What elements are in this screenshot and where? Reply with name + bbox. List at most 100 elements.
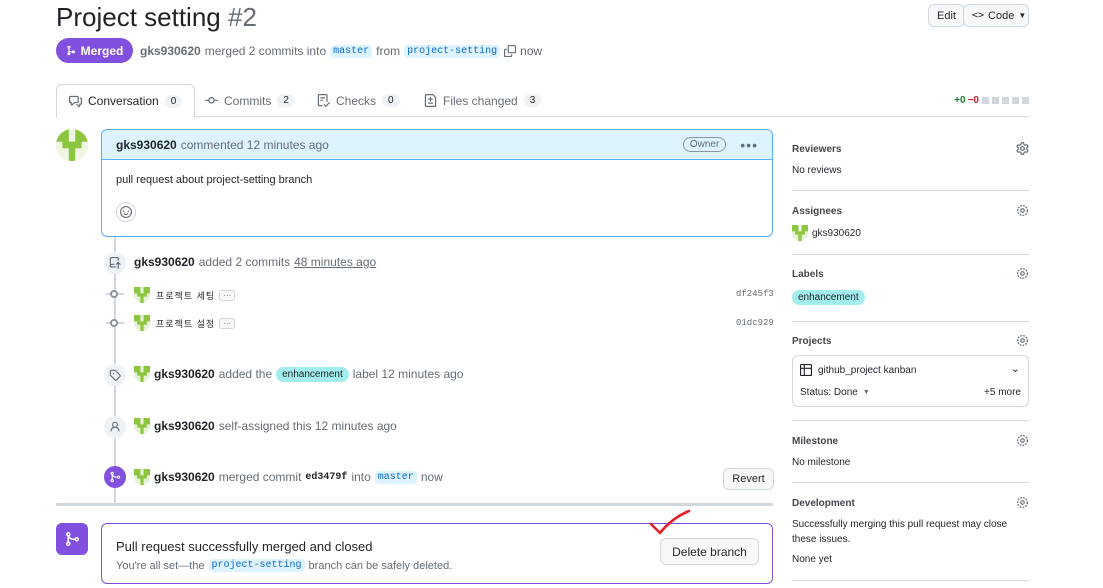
edit-label: Edit [937, 9, 956, 22]
revert-label: Revert [732, 473, 765, 485]
milestone-heading[interactable]: Milestone [792, 436, 1029, 447]
commit-sha-link[interactable]: df245f3 [736, 289, 774, 299]
event-time: now [420, 470, 443, 484]
enhancement-label[interactable]: enhancement [276, 366, 349, 382]
diffstat-block [1022, 97, 1029, 104]
comment-author-link[interactable]: gks930620 [116, 138, 177, 152]
delete-branch-label: Delete branch [672, 544, 747, 559]
pr-title: Project setting [56, 2, 221, 32]
pr-description-comment: gks930620 commented 12 minutes ago Owner… [101, 129, 773, 237]
expand-commit-button[interactable]: ··· [219, 289, 236, 301]
sidebar-divider [792, 580, 1029, 581]
code-button[interactable]: <> Code ▼ [963, 4, 1029, 27]
merge-from-text: from [376, 44, 401, 58]
diffstat-block [1012, 97, 1019, 104]
page-title: Project setting #2 [56, 2, 257, 33]
event-user-link[interactable]: gks930620 [134, 255, 195, 269]
assignee-item[interactable]: gks930620 [792, 225, 1029, 241]
revert-button[interactable]: Revert [723, 468, 774, 490]
add-reaction-button[interactable] [116, 202, 136, 222]
commit-message-link[interactable]: 프로젝트 세팅 [156, 289, 215, 302]
kebab-menu-icon[interactable]: ••• [740, 137, 758, 153]
sidebar-divider [792, 321, 1029, 322]
edit-button[interactable]: Edit [928, 4, 965, 27]
tab-checks[interactable]: Checks 0 [305, 84, 412, 117]
commit-node [106, 289, 124, 299]
avatar[interactable] [134, 287, 150, 303]
project-card: github_project kanban ⌄ Status: Done ▼ +… [792, 355, 1029, 407]
event-text: merged commit [218, 470, 302, 484]
sidebar-divider [792, 482, 1029, 483]
merge-time: now [520, 44, 543, 58]
sidebar-labels: Labels enhancement [792, 267, 1029, 305]
merged-badge-label: Merged [80, 43, 124, 58]
gear-icon[interactable] [1016, 267, 1029, 280]
event-user-link[interactable]: gks930620 [154, 470, 215, 484]
avatar[interactable] [134, 469, 150, 485]
base-branch-link[interactable]: master [330, 44, 373, 58]
commit-sha-link[interactable]: 01dc929 [736, 318, 774, 328]
chevron-down-icon[interactable]: ⌄ [1011, 362, 1020, 375]
event-time-link[interactable]: 48 minutes ago [294, 255, 376, 269]
sidebar-reviewers: Reviewers No reviews [792, 142, 1029, 176]
comment-timestamp[interactable]: commented 12 minutes ago [181, 138, 329, 152]
gear-icon[interactable] [1016, 142, 1029, 155]
comment-discussion-icon [69, 95, 82, 107]
reviewers-heading[interactable]: Reviewers [792, 144, 1029, 155]
project-status-dropdown[interactable]: Status: Done ▼ [800, 387, 870, 398]
event-text: added 2 commits [198, 255, 291, 269]
event-user-link[interactable]: gks930620 [154, 419, 215, 433]
labels-heading[interactable]: Labels [792, 269, 1029, 280]
projects-heading[interactable]: Projects [792, 336, 1029, 347]
tab-commits-label: Commits [224, 93, 272, 108]
comment-body: pull request about project-setting branc… [116, 174, 313, 186]
gear-icon[interactable] [1016, 496, 1029, 509]
head-branch-link[interactable]: project-setting [404, 44, 501, 58]
avatar[interactable] [134, 366, 150, 382]
avatar[interactable] [134, 315, 150, 331]
caret-down-icon: ▼ [862, 389, 870, 396]
copy-icon[interactable] [504, 45, 517, 57]
diffstat-block [982, 97, 989, 104]
gear-icon[interactable] [1016, 334, 1029, 347]
tab-conversation-label: Conversation [88, 94, 159, 108]
commit-message-link[interactable]: 프로젝트 설정 [156, 317, 215, 330]
smiley-icon [120, 206, 132, 218]
enhancement-label[interactable]: enhancement [792, 290, 865, 305]
development-heading[interactable]: Development [792, 498, 1029, 509]
tab-conversation[interactable]: Conversation 0 [56, 84, 196, 118]
assignees-heading[interactable]: Assignees [792, 206, 1029, 217]
label-event: gks930620 added the enhancement label 12… [134, 366, 463, 382]
caret-down-icon: ▼ [1018, 11, 1027, 20]
code-label: Code [988, 9, 1015, 22]
pr-number: #2 [227, 2, 257, 32]
tab-commits[interactable]: Commits 2 [193, 84, 307, 117]
gear-icon[interactable] [1016, 204, 1029, 217]
avatar[interactable] [56, 129, 88, 161]
diffstat-additions: +0 [954, 95, 966, 106]
merge-icon [67, 45, 75, 56]
tab-commits-count: 2 [277, 94, 295, 107]
red-checkmark-annotation [649, 509, 691, 535]
merge-sub-prefix: You're all set—the [116, 559, 205, 572]
expand-commit-button[interactable]: ··· [219, 317, 236, 329]
more-fields-link[interactable]: +5 more [984, 387, 1021, 398]
delete-branch-button[interactable]: Delete branch [660, 538, 759, 565]
tab-files-changed[interactable]: Files changed 3 [412, 84, 553, 117]
gear-icon[interactable] [1016, 434, 1029, 447]
base-branch-link[interactable]: master [374, 470, 417, 484]
merge-commit-sha-link[interactable]: ed3479f [305, 472, 347, 483]
diffstat-block [992, 97, 999, 104]
merge-status-title: Pull request successfully merged and clo… [116, 539, 373, 554]
event-time: label 12 minutes ago [352, 367, 464, 381]
merge-user-link[interactable]: gks930620 [140, 44, 201, 58]
commit-icon [205, 97, 218, 104]
event-user-link[interactable]: gks930620 [154, 367, 215, 381]
sidebar-divider [792, 190, 1029, 191]
avatar[interactable] [134, 418, 150, 434]
diffstat-deletions: −0 [967, 95, 979, 106]
commit-dot-icon [110, 319, 118, 327]
commit-node [106, 318, 124, 328]
project-link[interactable]: github_project kanban [800, 364, 916, 376]
head-branch-link[interactable]: project-setting [208, 559, 305, 572]
